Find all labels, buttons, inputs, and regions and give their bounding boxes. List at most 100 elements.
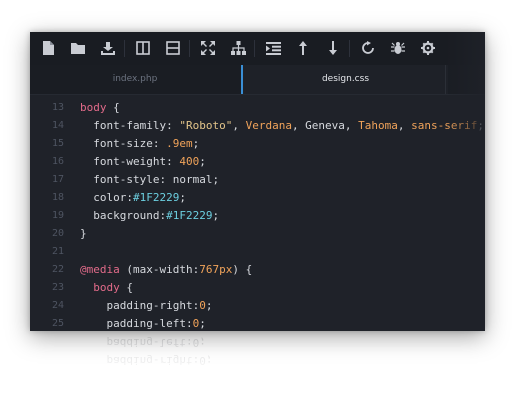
code-token: font-weight bbox=[80, 155, 167, 168]
code-token: , Geneva, bbox=[291, 119, 359, 132]
code-line[interactable]: 16 font-weight: 400; bbox=[30, 153, 485, 171]
code-text: color:#1F2229; bbox=[80, 189, 186, 207]
gear-icon[interactable] bbox=[419, 39, 437, 57]
open-folder-icon[interactable] bbox=[69, 39, 87, 57]
line-number: 20 bbox=[51, 228, 64, 239]
code-token: padding-left bbox=[80, 317, 186, 330]
code-token: , bbox=[397, 119, 412, 132]
code-token: ; bbox=[477, 119, 485, 132]
bug-icon[interactable] bbox=[389, 39, 407, 57]
code-line[interactable]: 25 padding-left:0; bbox=[30, 315, 485, 331]
code-token: : bbox=[152, 137, 167, 150]
line-number: 16 bbox=[51, 156, 64, 167]
indent-icon[interactable] bbox=[264, 39, 282, 57]
code-text: font-weight: 400; bbox=[80, 153, 206, 171]
code-token: (max-width: bbox=[119, 263, 200, 276]
code-text: font-style: normal; bbox=[80, 171, 219, 189]
code-text: body { bbox=[80, 279, 133, 297]
code-editor[interactable]: 13 body {14 font-family: "Roboto", Verdan… bbox=[30, 94, 485, 331]
code-token: ; bbox=[212, 209, 220, 222]
line-number: 17 bbox=[51, 174, 64, 185]
line-number: 19 bbox=[51, 210, 64, 221]
tab-design-css[interactable]: design.css bbox=[241, 65, 448, 94]
code-token: Tahoma bbox=[358, 119, 398, 132]
code-token: body bbox=[80, 281, 120, 294]
code-line[interactable]: 19 background:#1F2229; bbox=[30, 207, 485, 225]
code-token: } bbox=[80, 227, 87, 240]
code-text: background:#1F2229; bbox=[80, 207, 219, 225]
code-line[interactable]: 14 font-family: "Roboto", Verdana, Genev… bbox=[30, 117, 485, 135]
reflection-line: padding-right:0; bbox=[80, 354, 213, 367]
code-token: Verdana bbox=[245, 119, 292, 132]
code-token: , bbox=[232, 119, 246, 132]
code-token: 400 bbox=[179, 155, 200, 168]
code-line[interactable]: 24 padding-right:0; bbox=[30, 297, 485, 315]
code-text: font-size: .9em; bbox=[80, 135, 199, 153]
line-number: 24 bbox=[51, 300, 64, 311]
code-token: font-style bbox=[80, 173, 160, 186]
code-line[interactable]: 17 font-style: normal; bbox=[30, 171, 485, 189]
window-reflection: padding-left:0; padding-right:0; bbox=[30, 331, 485, 381]
code-token: : bbox=[126, 191, 133, 204]
tab-index-php[interactable]: index.php bbox=[30, 65, 240, 94]
line-number: 25 bbox=[51, 318, 64, 329]
code-token: "Roboto" bbox=[179, 119, 233, 132]
code-line[interactable]: 22 @media (max-width:767px) { bbox=[30, 261, 485, 279]
code-text: padding-left:0; bbox=[80, 315, 206, 331]
tab-divider bbox=[445, 65, 446, 94]
code-token: : bbox=[185, 317, 193, 330]
arrow-up-icon[interactable] bbox=[294, 39, 312, 57]
code-token: ) { bbox=[232, 263, 253, 276]
code-token: : normal; bbox=[159, 173, 220, 186]
code-token: padding-right bbox=[80, 299, 193, 312]
download-icon[interactable] bbox=[99, 39, 117, 57]
code-line[interactable]: 20} bbox=[30, 225, 485, 243]
fullscreen-icon[interactable] bbox=[199, 39, 217, 57]
code-text: @media (max-width:767px) { bbox=[80, 261, 252, 279]
code-line[interactable]: 21 bbox=[30, 243, 485, 261]
code-token: color bbox=[80, 191, 127, 204]
line-number: 18 bbox=[51, 192, 64, 203]
line-number: 23 bbox=[51, 282, 64, 293]
code-token: font-family bbox=[80, 119, 167, 132]
toolbar-divider bbox=[124, 40, 125, 57]
tab-bar: index.php design.css bbox=[30, 65, 485, 95]
split-horizontal-icon[interactable] bbox=[164, 39, 182, 57]
toolbar-divider bbox=[254, 40, 255, 57]
split-vertical-icon[interactable] bbox=[134, 39, 152, 57]
code-token: : bbox=[166, 155, 180, 168]
line-number: 22 bbox=[51, 264, 64, 275]
code-text: } bbox=[80, 225, 87, 243]
refresh-icon[interactable] bbox=[359, 39, 377, 57]
code-token: #1F2229 bbox=[166, 209, 213, 222]
code-token: body bbox=[80, 101, 107, 114]
code-token: ; bbox=[192, 137, 200, 150]
code-line[interactable]: 15 font-size: .9em; bbox=[30, 135, 485, 153]
code-text: padding-right:0; bbox=[80, 297, 212, 315]
line-number: 13 bbox=[51, 102, 64, 113]
code-token: { bbox=[119, 281, 133, 294]
line-number: 21 bbox=[51, 246, 64, 257]
editor-window: index.php design.css 13 body {14 font-fam… bbox=[30, 32, 485, 331]
code-token: sans-serif bbox=[411, 119, 478, 132]
code-token: @media bbox=[80, 263, 120, 276]
code-token: 767px bbox=[199, 263, 233, 276]
code-token: background bbox=[80, 209, 160, 222]
arrow-down-icon[interactable] bbox=[324, 39, 342, 57]
code-token: ; bbox=[205, 299, 213, 312]
code-token: 0 bbox=[199, 299, 206, 312]
code-line[interactable]: 13 body { bbox=[30, 99, 485, 117]
line-number: 14 bbox=[51, 120, 64, 131]
code-token: ; bbox=[199, 155, 206, 168]
toolbar-divider bbox=[349, 40, 350, 57]
line-number: 15 bbox=[51, 138, 64, 149]
code-line[interactable]: 18 color:#1F2229; bbox=[30, 189, 485, 207]
toolbar-divider bbox=[189, 40, 190, 57]
toolbar bbox=[30, 32, 485, 65]
code-token: ; bbox=[179, 191, 186, 204]
code-token: ; bbox=[199, 317, 206, 330]
code-line[interactable]: 23 body { bbox=[30, 279, 485, 297]
code-token: : bbox=[166, 119, 180, 132]
new-file-icon[interactable] bbox=[39, 39, 57, 57]
sitemap-icon[interactable] bbox=[229, 39, 247, 57]
